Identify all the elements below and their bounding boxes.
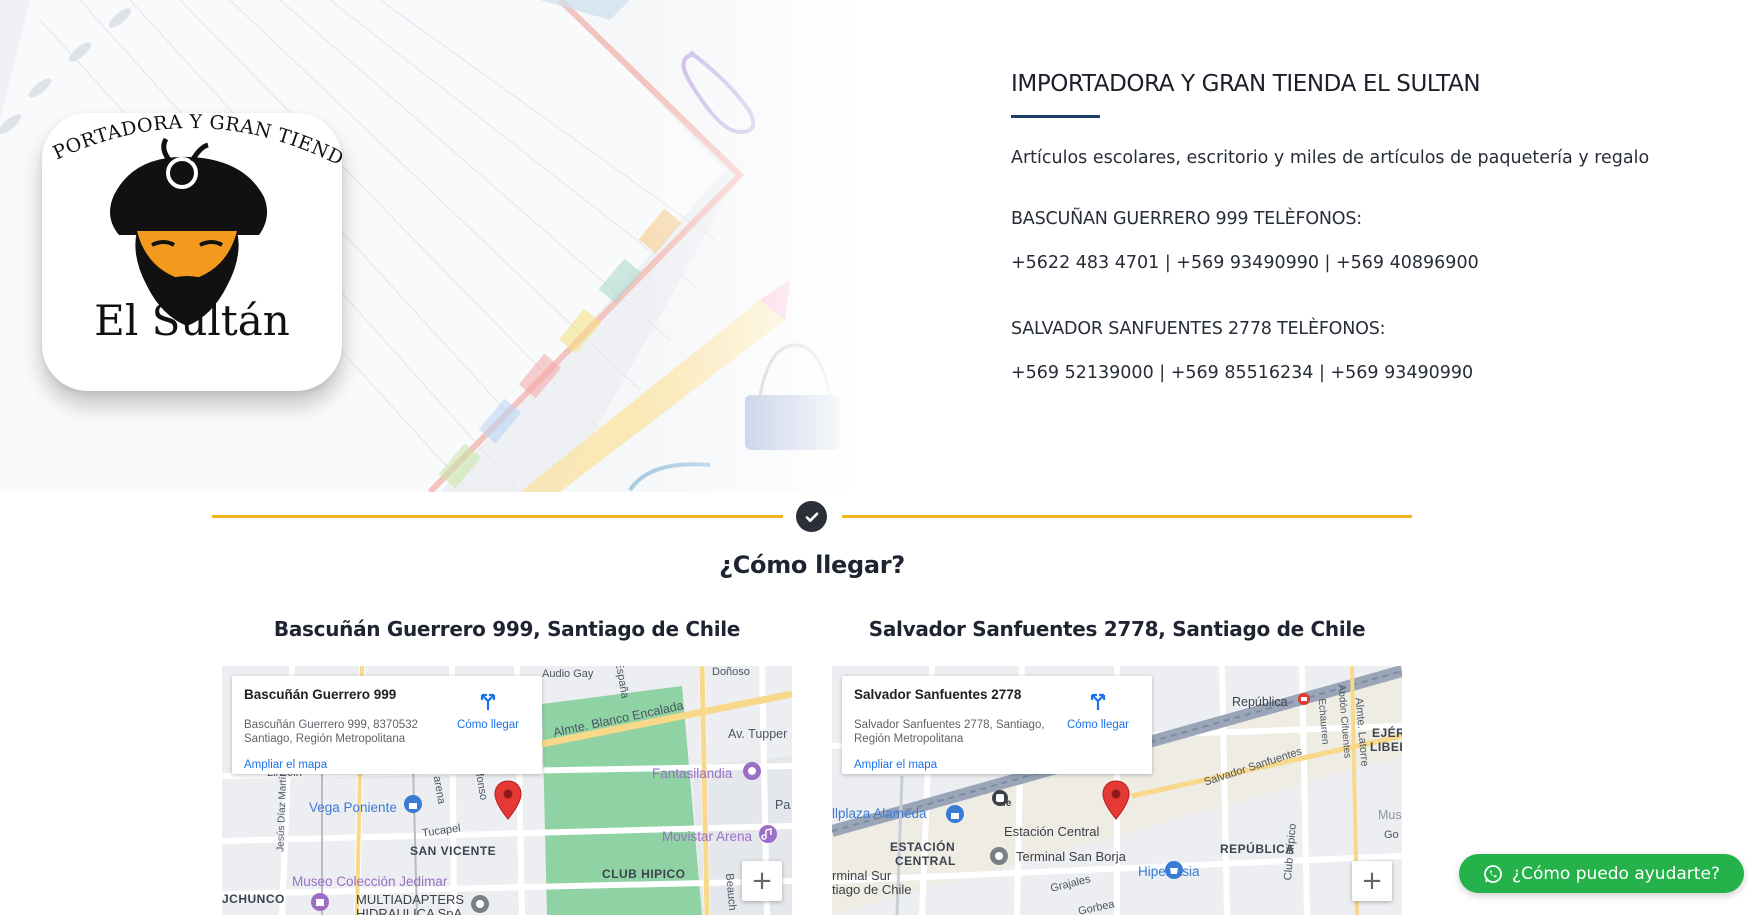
map-label-area: CLUB HIPICO <box>602 867 686 881</box>
map2-place-name: Salvador Sanfuentes 2778 <box>854 687 1022 702</box>
map-label: Mus <box>1378 808 1402 822</box>
branch2-heading: SALVADOR SANFUENTES 2778 TELÈFONOS: <box>1011 319 1386 339</box>
map-bascunan[interactable]: Audio Gay España Doñoso Almte. Blanco En… <box>222 666 792 915</box>
map-label-poi: llplaza Alameda <box>832 806 927 821</box>
map-label-area: LIBER <box>1370 740 1402 754</box>
branch1-phones: +5622 483 4701 | +569 93490990 | +569 40… <box>1011 253 1479 273</box>
divider-line-left <box>212 515 783 518</box>
map1-enlarge-link[interactable]: Ampliar el mapa <box>244 759 327 771</box>
map1-directions-button[interactable]: Cómo llegar <box>446 690 530 731</box>
map1-place-address: Bascuñán Guerrero 999, 8370532 Santiago,… <box>244 719 418 745</box>
map-label-poi: Fantasilandia <box>652 766 733 781</box>
map2-directions-label: Cómo llegar <box>1067 719 1129 731</box>
map-label: Av. Tupper <box>728 727 788 741</box>
title-underline <box>1011 115 1100 118</box>
logo-name: El Sultán <box>94 296 290 345</box>
map-label-poi: Terminal San Borja <box>1016 849 1126 864</box>
map-label-area: ESTACIÓN <box>890 840 956 854</box>
map-sanfuentes[interactable]: República EJÉR LIBER Salvador Sanfuentes… <box>832 666 1402 915</box>
hero-banner: IMPORTADORA Y GRAN TIENDA El Sultán IMPO… <box>0 0 1749 492</box>
map-label-poi: Vega Poniente <box>309 800 397 815</box>
store-logo: IMPORTADORA Y GRAN TIENDA El Sultán <box>42 113 342 391</box>
museum-icon[interactable] <box>310 892 330 912</box>
directions-icon <box>1090 693 1106 710</box>
check-icon <box>796 501 827 532</box>
map1-place-name: Bascuñán Guerrero 999 <box>244 687 397 702</box>
map-label: Go <box>1384 829 1399 841</box>
map2-info-card: Salvador Sanfuentes 2778 Salvador Sanfue… <box>842 676 1152 774</box>
map-label: República <box>1232 695 1288 709</box>
map2-directions-button[interactable]: Cómo llegar <box>1056 690 1140 731</box>
map-label-poi: MULTIADAPTERS <box>356 892 465 907</box>
directions-title: ¿Cómo llegar? <box>719 551 905 579</box>
parking-icon[interactable] <box>945 804 965 824</box>
branch2-phones: +569 52139000 | +569 85516234 | +569 934… <box>1011 363 1474 383</box>
map-label-area: JCHUNCO <box>222 892 285 906</box>
map-label-poi: Movistar Arena <box>662 829 753 844</box>
divider-line-right <box>842 515 1412 518</box>
whatsapp-icon <box>1483 864 1503 884</box>
metro-station-icon[interactable] <box>990 788 1010 808</box>
location-pin-icon[interactable] <box>1102 780 1130 820</box>
directions-icon <box>480 693 496 710</box>
map1-heading: Bascuñán Guerrero 999, Santiago de Chile <box>273 617 741 641</box>
metro-station-icon[interactable] <box>1297 692 1311 706</box>
map-label-area: SAN VICENTE <box>410 844 497 858</box>
map-label: Audio Gay <box>542 668 594 680</box>
zoom-in-button[interactable]: + <box>742 861 782 901</box>
store-poi-icon[interactable] <box>470 894 490 914</box>
map1-directions-label: Cómo llegar <box>457 719 519 731</box>
zoom-in-button[interactable]: + <box>1352 861 1392 901</box>
sultan-logo-graphic: IMPORTADORA Y GRAN TIENDA El Sultán <box>42 113 342 345</box>
location-pin-icon[interactable] <box>494 780 522 820</box>
map-label-poi: HIDRAULICA SpA <box>356 906 463 915</box>
attraction-icon[interactable] <box>742 761 762 781</box>
map-label: rminal Sur <box>832 868 892 883</box>
parking-icon[interactable] <box>403 794 423 814</box>
map2-place-address: Salvador Sanfuentes 2778, Santiago, Regi… <box>854 719 1045 745</box>
map-label-area: CENTRAL <box>895 854 956 868</box>
map1-info-card: Bascuñán Guerrero 999 Bascuñán Guerrero … <box>232 676 542 774</box>
store-info: IMPORTADORA Y GRAN TIENDA EL SULTAN Artí… <box>1011 68 1711 383</box>
music-venue-icon[interactable] <box>758 824 778 844</box>
map2-enlarge-link[interactable]: Ampliar el mapa <box>854 759 937 771</box>
whatsapp-chat-button[interactable]: ¿Cómo puedo ayudarte? <box>1459 854 1744 893</box>
map-label-poi: Estación Central <box>1004 824 1100 839</box>
map-label: Doñoso <box>712 666 750 678</box>
bus-terminal-icon[interactable] <box>989 846 1009 866</box>
map-label: Pa <box>775 798 791 812</box>
map-label-area: EJÉR <box>1372 726 1402 740</box>
map2-heading: Salvador Sanfuentes 2778, Santiago de Ch… <box>868 617 1366 641</box>
shopping-icon[interactable] <box>1164 860 1184 880</box>
branch1-heading: BASCUÑAN GUERRERO 999 TELÈFONOS: <box>1011 209 1362 229</box>
whatsapp-label: ¿Cómo puedo ayudarte? <box>1512 863 1720 884</box>
map-label-poi: Museo Colección Jedimar <box>292 874 448 889</box>
store-title: IMPORTADORA Y GRAN TIENDA EL SULTAN <box>1011 71 1481 97</box>
map-label: tiago de Chile <box>832 882 912 897</box>
store-tagline: Artículos escolares, escritorio y miles … <box>1011 148 1650 168</box>
